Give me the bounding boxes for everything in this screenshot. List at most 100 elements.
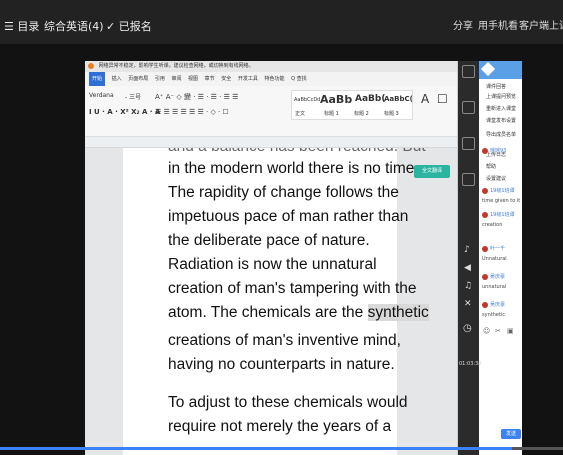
chat-user-name: 19级1班谭 — [490, 188, 515, 194]
chat-message: 叶一千 — [482, 245, 505, 252]
document-area[interactable]: and a balance has been reached. But in t… — [85, 148, 457, 455]
client-button[interactable]: 客户端上课 — [519, 20, 563, 34]
ruler — [85, 137, 457, 148]
avatar — [482, 187, 488, 194]
style-label-h2: 标题 2 — [354, 111, 369, 117]
chat-menu-item[interactable]: 重新进入课堂 — [486, 105, 516, 112]
shared-screen: 网络异常不稳定，影响学生听课，建议检查网络，或切换到有线网络。 开始 插入 页面… — [85, 61, 522, 455]
doc-line-highlighted: atom. The chemicals are the synthetic — [168, 304, 429, 322]
menu-devtools[interactable]: 开发工具 — [238, 76, 258, 82]
chat-menu-item[interactable]: 上课提问预览 — [486, 93, 516, 100]
chat-message-text: time given to it — [482, 198, 521, 204]
class-time: 01:03:38 — [459, 361, 482, 367]
menu-search[interactable]: Q 查找 — [291, 76, 307, 82]
doc-line: Radiation is now the unnatural — [168, 256, 377, 273]
chat-sidebar: ♪ ◀ ♫ ✕ ◷ 01:03:38 — [458, 61, 482, 455]
menu-reference[interactable]: 引用 — [155, 76, 165, 82]
chat-menu-item[interactable]: 课堂发布设置 — [486, 117, 516, 124]
chat-menu-item[interactable]: 设置建议 — [486, 175, 506, 182]
style-normal[interactable]: AaBbCcDd — [294, 97, 320, 103]
chat-menu-item[interactable]: 课件回答 — [486, 83, 506, 90]
style-heading2[interactable]: AaBb( — [355, 94, 385, 104]
chat-message: 19级1班谭 — [482, 187, 515, 194]
music-icon[interactable]: ♫ — [464, 281, 472, 291]
doc-line: The rapidity of change follows the — [168, 184, 399, 201]
network-notice: 网络异常不稳定，影响学生听课，建议检查网络，或切换到有线网络。 — [98, 63, 254, 69]
avatar — [482, 211, 488, 218]
menu-section[interactable]: 章节 — [205, 76, 215, 82]
close-icon[interactable]: ✕ — [464, 299, 472, 309]
mobile-view-button[interactable]: 用手机看 — [478, 20, 518, 34]
avatar — [482, 273, 488, 280]
course-title: 综合英语(4) — [44, 20, 104, 33]
avatar — [482, 245, 488, 252]
top-bar: ☰ 目录 综合英语(4) ✓ 已报名 分享 用手机看 客户端上课 — [0, 0, 563, 44]
chat-menu-item[interactable]: 导出成员名单 — [486, 131, 516, 138]
doc-line: the deliberate pace of nature. — [168, 232, 370, 249]
styles-gallery[interactable]: AaBbCcDd AaBb AaBb( AaBbC( 正文 标题 1 标题 2 … — [291, 90, 413, 120]
scissors-icon[interactable]: ✂ — [495, 327, 501, 335]
document-assistant-icon[interactable]: ☐ — [437, 92, 448, 106]
menu-view[interactable]: 视图 — [188, 76, 198, 82]
doc-line: in the modern world there is no time. — [168, 160, 419, 177]
doc-line: creations of man's inventive mind, — [168, 332, 401, 349]
doc-line: creation of man's tampering with the — [168, 280, 417, 297]
settings-icon[interactable] — [462, 173, 475, 186]
speaker-icon[interactable]: ◀ — [464, 263, 471, 273]
menu-features[interactable]: 特色功能 — [264, 76, 284, 82]
share-button[interactable]: 分享 — [453, 20, 473, 34]
doc-line: require not merely the years of a — [168, 418, 392, 435]
font-name-select[interactable]: Verdana — [89, 92, 114, 99]
menu-security[interactable]: 安全 — [221, 76, 231, 82]
chat-message-text: unnatural — [482, 284, 507, 290]
font-size-select[interactable]: - 三号 — [125, 92, 141, 101]
menu-start[interactable]: 开始 — [89, 72, 106, 86]
chat-message: 19级1班谭 — [482, 211, 515, 218]
chat-user-name: 吴庆豪 — [490, 302, 506, 308]
doc-line: having no counterparts in nature. — [168, 356, 395, 373]
paragraph-toolbar[interactable]: ☰ ☰ ☰ ☰ ☰ ☰ · ◇ · ☐ — [155, 108, 229, 116]
style-heading1[interactable]: AaBb — [320, 93, 352, 106]
menu-layout[interactable]: 页面布局 — [128, 76, 148, 82]
chat-message: 吴庆豪 — [482, 273, 505, 280]
video-progress-bar[interactable] — [0, 447, 563, 450]
avatar — [482, 147, 488, 154]
warning-icon — [88, 62, 94, 69]
emoji-icon[interactable]: ☺ — [483, 327, 490, 335]
mic-icon[interactable]: ♪ — [464, 245, 470, 255]
chat-panel: ♪ ◀ ♫ ✕ ◷ 01:03:38 课件回答 上课提问预览 重新进入课堂 课堂… — [457, 61, 522, 455]
font-size-toolbar[interactable]: A⁺ A⁻ ◇ 變 · ☰ · ☰ · ☰ ☰ — [155, 92, 238, 102]
chat-menu-item[interactable]: 帮助 — [486, 163, 496, 170]
send-button[interactable]: 发送 — [501, 429, 521, 439]
doc-line: and a balance has been reached. But — [168, 148, 426, 156]
board-icon[interactable] — [462, 101, 475, 114]
menu-review[interactable]: 审阅 — [171, 76, 181, 82]
translate-button[interactable]: 全文翻译 — [414, 165, 450, 178]
text-tools-icon[interactable]: A — [421, 92, 429, 106]
format-toolbar[interactable]: I U · A · X² X₂ A · A — [89, 108, 160, 116]
document-page[interactable]: and a balance has been reached. But in t… — [123, 148, 429, 455]
image-icon[interactable]: ▣ — [507, 327, 514, 335]
style-heading3[interactable]: AaBbC( — [384, 95, 413, 103]
video-progress-fill — [0, 447, 513, 450]
chat-user-name: 瑶瑶93 — [490, 148, 507, 154]
style-label-normal: 正文 — [295, 111, 306, 117]
chat-message: 瑶瑶93 — [482, 147, 506, 154]
share-screen-icon[interactable] — [462, 65, 475, 78]
doc-ribbon: Verdana - 三号 I U · A · X² X₂ A · A A⁺ A⁻… — [85, 86, 457, 137]
chat-message-text: synthetic — [482, 312, 506, 318]
chat-header — [479, 61, 522, 79]
doc-menu-bar: 开始 插入 页面布局 引用 审阅 视图 章节 安全 开发工具 特色功能 Q 查找 — [85, 72, 457, 86]
camera-icon[interactable] — [462, 137, 475, 150]
chat-message-text: Unnatural — [482, 256, 507, 262]
signed-status: ✓ 已报名 — [106, 20, 152, 33]
logo-icon — [480, 61, 496, 77]
chat-user-name: 吴庆豪 — [490, 274, 506, 280]
menu-insert[interactable]: 插入 — [112, 76, 122, 82]
chat-user-name: 19级1班谭 — [490, 212, 515, 218]
style-label-h1: 标题 1 — [324, 111, 339, 117]
clock-icon: ◷ — [463, 323, 472, 334]
catalog-button[interactable]: ☰ 目录 — [4, 20, 39, 34]
highlighted-word: synthetic — [367, 304, 429, 321]
chat-user-name: 叶一千 — [490, 246, 506, 252]
